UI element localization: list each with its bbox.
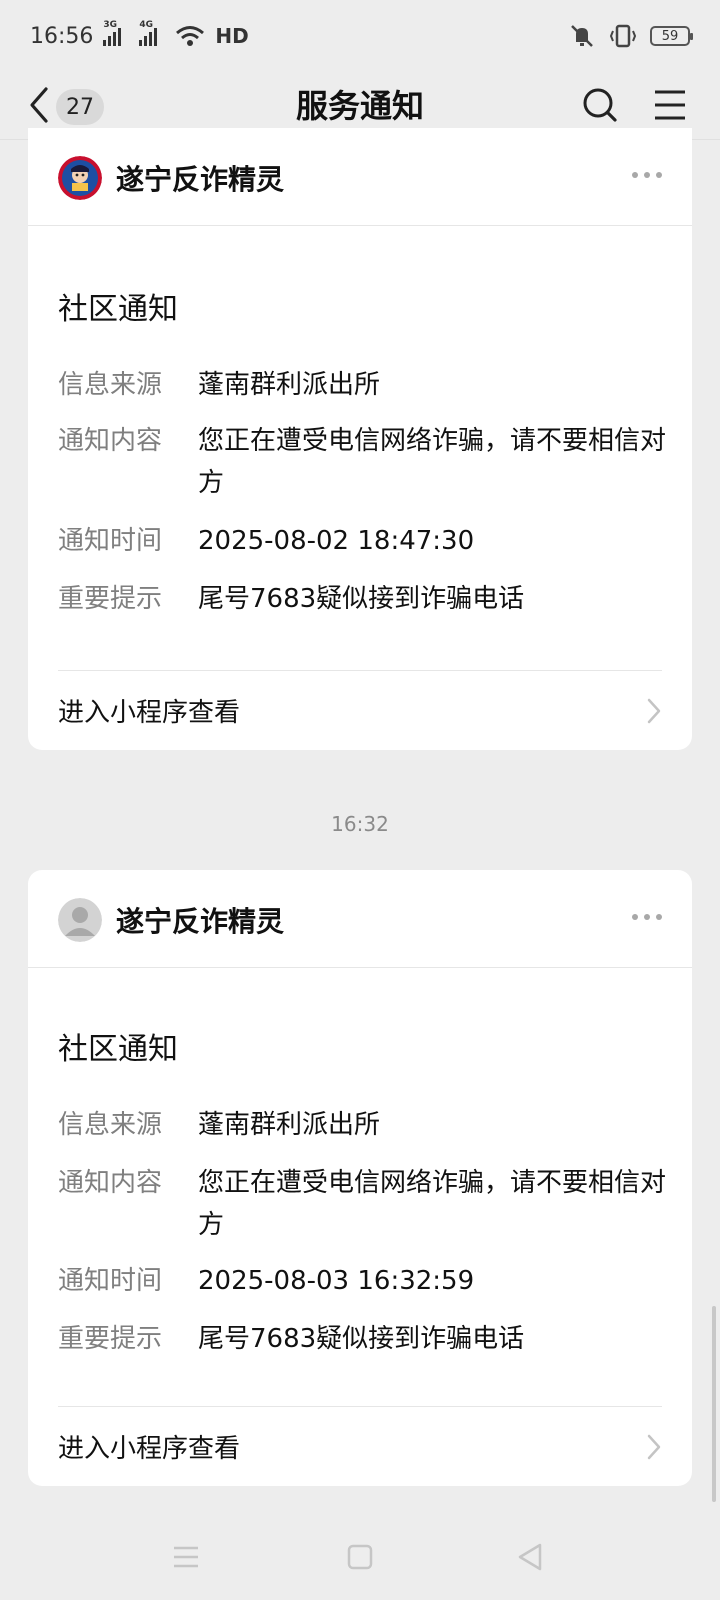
network-type-label: 4G [139, 20, 154, 30]
chevron-right-icon [646, 1433, 662, 1461]
row-value: 蓬南群利派出所 [198, 1110, 381, 1140]
info-row: 通知内容 您正在遭受电信网络诈骗，请不要相信对方 [58, 420, 668, 504]
info-row: 通知时间 2025-08-03 16:32:59 [58, 1260, 668, 1302]
row-label: 信息来源 [58, 1110, 163, 1140]
info-row: 重要提示 尾号7683疑似接到诈骗电话 [58, 1318, 668, 1360]
mute-bell-icon [568, 23, 596, 49]
row-value: 2025-08-02 18:47:30 [198, 526, 475, 556]
row-label: 信息来源 [58, 370, 163, 400]
info-row: 信息来源 蓬南群利派出所 [58, 1104, 668, 1146]
open-mini-program-link[interactable]: 进入小程序查看 [58, 670, 662, 750]
unread-count-badge: 27 [56, 89, 104, 125]
menu-button[interactable] [652, 80, 688, 134]
triangle-back-icon [516, 1543, 544, 1576]
message-timestamp: 16:32 [331, 812, 389, 836]
info-row: 通知时间 2025-08-02 18:47:30 [58, 520, 668, 562]
system-nav-bar [0, 1530, 720, 1590]
more-dots-icon[interactable] [632, 914, 662, 920]
card-title: 社区通知 [58, 1032, 178, 1067]
notification-card[interactable]: 遂宁反诈精灵 社区通知 信息来源 蓬南群利派出所 通知内容 您正在遭受电信网络诈… [28, 128, 692, 750]
sender-name[interactable]: 遂宁反诈精灵 [116, 900, 284, 940]
row-value: 您正在遭受电信网络诈骗，请不要相信对方 [198, 426, 667, 498]
card-header: 遂宁反诈精灵 [28, 870, 692, 968]
footer-text: 进入小程序查看 [58, 698, 241, 728]
more-dots-icon[interactable] [632, 172, 662, 178]
row-label: 重要提示 [58, 1324, 163, 1354]
wifi-icon [175, 25, 205, 47]
system-back-button[interactable] [516, 1542, 544, 1576]
row-label: 通知时间 [58, 526, 163, 556]
notification-card[interactable]: 遂宁反诈精灵 社区通知 信息来源 蓬南群利派出所 通知内容 您正在遭受电信网络诈… [28, 870, 692, 1486]
row-label: 重要提示 [58, 584, 163, 614]
recent-apps-button[interactable] [172, 1542, 200, 1576]
scrollbar[interactable] [712, 1306, 716, 1502]
card-header: 遂宁反诈精灵 [28, 128, 692, 226]
chevron-right-icon [646, 697, 662, 725]
info-row: 通知内容 您正在遭受电信网络诈骗，请不要相信对方 [58, 1162, 668, 1246]
row-label: 通知时间 [58, 1266, 163, 1296]
row-value: 尾号7683疑似接到诈骗电话 [198, 584, 525, 614]
battery-icon: 59 [650, 26, 693, 46]
row-value: 蓬南群利派出所 [198, 370, 381, 400]
status-bar: 16:56 3G 4G HD 59 [0, 0, 720, 72]
row-value: 您正在遭受电信网络诈骗，请不要相信对方 [198, 1168, 667, 1240]
card-title: 社区通知 [58, 292, 178, 327]
row-value: 尾号7683疑似接到诈骗电话 [198, 1324, 525, 1354]
row-label: 通知内容 [58, 1168, 163, 1198]
back-button[interactable]: 27 [28, 80, 104, 134]
status-right: 59 [568, 23, 693, 49]
status-time: 16:56 [30, 23, 94, 49]
row-label: 通知内容 [58, 426, 163, 456]
menu-lines-icon [172, 1546, 200, 1576]
network-type-label: 3G [103, 20, 118, 30]
footer-text: 进入小程序查看 [58, 1434, 241, 1464]
row-value: 2025-08-03 16:32:59 [198, 1266, 475, 1296]
hd-label: HD [215, 24, 249, 48]
home-button[interactable] [346, 1542, 374, 1576]
signal-icon-2: 4G [139, 20, 165, 46]
avatar[interactable] [58, 156, 102, 200]
search-button[interactable] [580, 80, 620, 134]
signal-icon-1: 3G [103, 20, 129, 46]
info-row: 信息来源 蓬南群利派出所 [58, 364, 668, 406]
chevron-left-icon [28, 80, 50, 134]
sender-name[interactable]: 遂宁反诈精灵 [116, 158, 284, 198]
open-mini-program-link[interactable]: 进入小程序查看 [58, 1406, 662, 1486]
info-row: 重要提示 尾号7683疑似接到诈骗电话 [58, 578, 668, 620]
square-icon [346, 1544, 374, 1576]
avatar[interactable] [58, 898, 102, 942]
vibrate-icon [608, 23, 638, 49]
status-left: 16:56 3G 4G HD [30, 20, 249, 49]
